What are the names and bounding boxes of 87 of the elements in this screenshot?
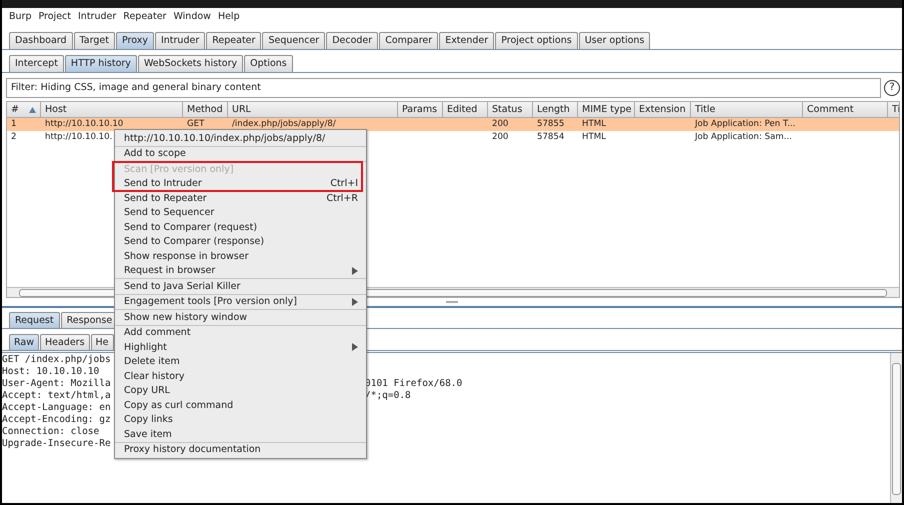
code-line: Accept-Encoding: gz bbox=[2, 414, 111, 426]
table-cell: 57855 bbox=[537, 119, 564, 129]
tab[interactable]: Raw bbox=[9, 334, 39, 350]
tab[interactable]: Decoder bbox=[326, 32, 378, 49]
code-line: Accept: text/html,a bbox=[2, 390, 111, 402]
tab[interactable]: Repeater bbox=[206, 32, 262, 49]
column-header[interactable]: Method bbox=[183, 102, 228, 117]
menu-item[interactable]: Highlight bbox=[115, 340, 366, 354]
menu-item[interactable]: Repeater bbox=[123, 11, 166, 28]
menu-item[interactable]: Help bbox=[218, 11, 240, 28]
tab[interactable]: Headers bbox=[40, 334, 90, 350]
table-cell: Job Application: Sam... bbox=[695, 132, 792, 142]
menu-item[interactable]: Intruder bbox=[78, 11, 116, 28]
menu-item[interactable]: Add to scope bbox=[115, 146, 366, 161]
table-cell: http://10.10.10.10 bbox=[45, 119, 124, 129]
table-cell: Job Application: Pen T... bbox=[695, 119, 796, 129]
tab[interactable]: Options bbox=[244, 55, 293, 72]
menu-item[interactable]: Copy as curl command bbox=[115, 398, 366, 412]
menu-item[interactable]: Clear history bbox=[115, 369, 366, 384]
menu-item[interactable]: Copy URL bbox=[115, 384, 366, 398]
menu-item[interactable]: Request in browser bbox=[115, 264, 366, 278]
table-cell: 200 bbox=[492, 119, 508, 129]
tab[interactable]: Proxy bbox=[116, 32, 154, 49]
tab[interactable]: He bbox=[90, 334, 114, 350]
help-button[interactable]: ? bbox=[884, 80, 900, 96]
menu-item[interactable]: Show response in browser bbox=[115, 249, 366, 264]
menu-item[interactable]: Send to Repeater Ctrl+R bbox=[115, 191, 366, 206]
menu-item[interactable]: Engagement tools [Pro version only] bbox=[115, 294, 366, 309]
column-header[interactable]: Length bbox=[533, 102, 578, 117]
table-cell: 1 bbox=[11, 119, 16, 129]
table-cell: http://10.10.10. bbox=[45, 132, 112, 142]
filter-bar[interactable]: Filter: Hiding CSS, image and general binary content bbox=[6, 78, 881, 98]
code-line: GET /index.php/jobs bbox=[2, 354, 111, 366]
menu-item[interactable]: http://10.10.10.10/index.php/jobs/apply/8/ bbox=[115, 131, 366, 146]
splitter-handle[interactable] bbox=[446, 301, 458, 303]
tab[interactable]: Request bbox=[9, 312, 60, 328]
tab[interactable]: Intercept bbox=[9, 55, 64, 72]
table-cell: 2 bbox=[11, 132, 16, 142]
menu-item[interactable]: Send to Sequencer bbox=[115, 206, 366, 220]
menu-item[interactable]: Send to Java Serial Killer bbox=[115, 279, 366, 294]
column-header[interactable]: Edited bbox=[443, 102, 488, 117]
code-line: Connection: close bbox=[2, 426, 100, 438]
column-header[interactable]: Comment bbox=[803, 102, 888, 117]
column-header[interactable]: Params bbox=[398, 102, 443, 117]
column-header[interactable]: # bbox=[7, 102, 41, 117]
column-header[interactable]: URL bbox=[228, 102, 398, 117]
menu-item[interactable]: Show new history window bbox=[115, 310, 366, 324]
column-header[interactable]: Host bbox=[41, 102, 183, 117]
menu-item[interactable]: Burp bbox=[9, 11, 32, 28]
table-cell: 200 bbox=[492, 132, 508, 142]
menu-item[interactable]: Send to Intruder Ctrl+I bbox=[115, 176, 366, 191]
table-cell: 57854 bbox=[537, 132, 564, 142]
table-cell: GET bbox=[187, 119, 204, 129]
menu-item[interactable]: Copy links bbox=[115, 412, 366, 427]
table-cell: HTML bbox=[582, 132, 606, 142]
tab[interactable]: Dashboard bbox=[9, 32, 73, 49]
tab[interactable]: Extender bbox=[439, 32, 494, 49]
table-row[interactable]: 1 http://10.10.10.10 GET /index.php/jobs/apply/8/ 200 57855 HTML Job Application: Pen T... bbox=[7, 118, 899, 131]
table-cell: /index.php/jobs/apply/8/ bbox=[232, 119, 336, 129]
code-line: User-Agent: Mozilla bbox=[2, 378, 111, 390]
tab[interactable]: Comparer bbox=[379, 32, 438, 49]
code-line: Upgrade-Insecure-Re bbox=[2, 438, 111, 450]
menu-item[interactable]: Delete item bbox=[115, 354, 366, 369]
code-line: Host: 10.10.10.10 bbox=[2, 366, 100, 378]
code-line: Accept-Language: en bbox=[2, 402, 111, 414]
table-cell: HTML bbox=[582, 119, 606, 129]
tab[interactable]: HTTP history bbox=[64, 55, 137, 72]
code-line: /*;q=0.8 bbox=[365, 390, 411, 402]
menu-item[interactable]: Window bbox=[173, 11, 211, 28]
menu-item[interactable]: Save item bbox=[115, 427, 366, 442]
column-header[interactable]: MIME type bbox=[578, 102, 635, 117]
tab[interactable]: User options bbox=[578, 32, 650, 49]
column-header[interactable]: Status bbox=[488, 102, 533, 117]
tab[interactable]: WebSockets history bbox=[138, 55, 244, 72]
menu-item[interactable]: Project bbox=[38, 11, 71, 28]
column-header[interactable]: Extension bbox=[635, 102, 691, 117]
tab[interactable]: Project options bbox=[495, 32, 578, 49]
menu-item[interactable]: Add comment bbox=[115, 326, 366, 340]
tab[interactable]: Intruder bbox=[154, 32, 206, 49]
column-header[interactable]: Ti bbox=[888, 102, 899, 117]
tab[interactable]: Target bbox=[74, 32, 115, 49]
column-header[interactable]: Title bbox=[691, 102, 803, 117]
vertical-scrollbar[interactable] bbox=[890, 353, 902, 503]
tab[interactable]: Sequencer bbox=[262, 32, 326, 49]
menu-item[interactable]: Send to Comparer (response) bbox=[115, 234, 366, 249]
menu-item[interactable]: Proxy history documentation bbox=[115, 442, 366, 457]
menu-item[interactable]: Send to Comparer (request) bbox=[115, 220, 366, 234]
